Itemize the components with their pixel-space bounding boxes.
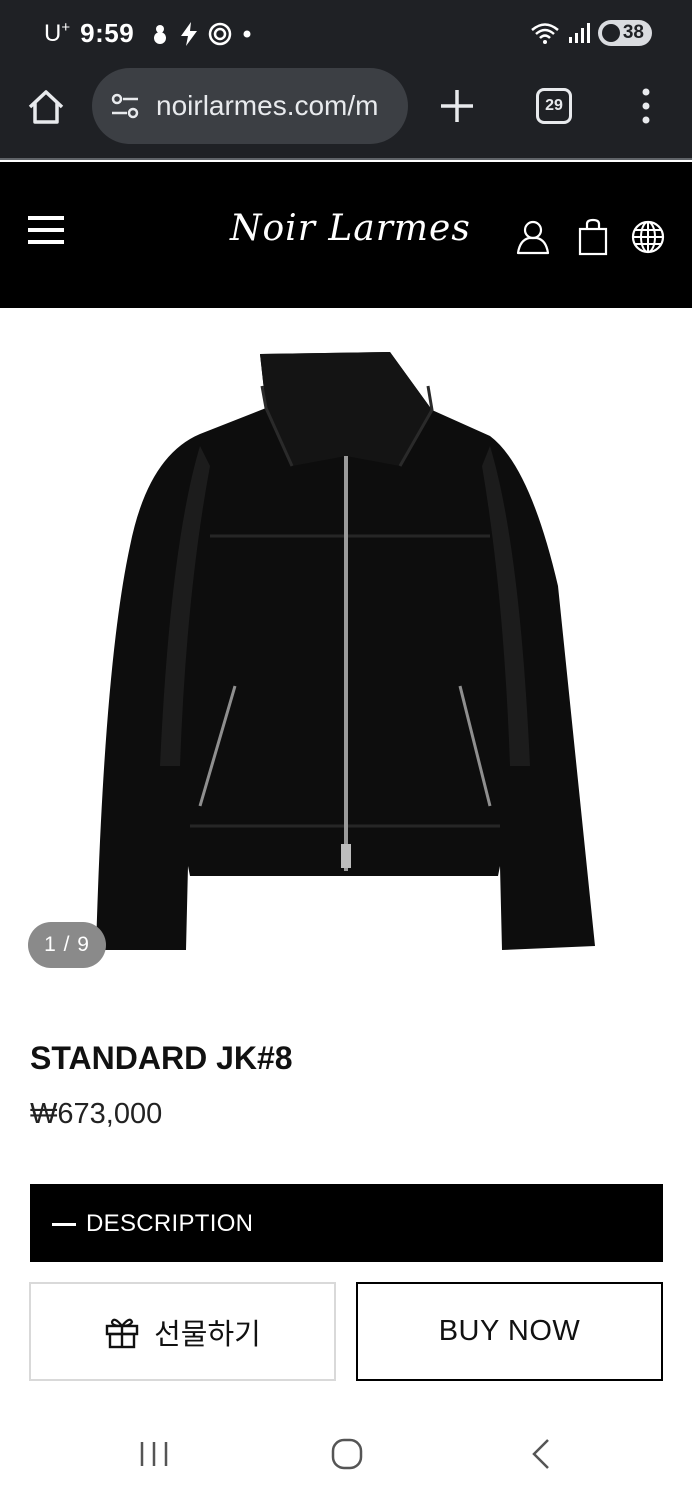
wifi-icon: [531, 23, 559, 44]
status-left: U+ 9:59: [44, 18, 254, 49]
carrier-label: U+: [44, 19, 70, 48]
tabs-icon[interactable]: 29: [536, 88, 572, 124]
description-label: DESCRIPTION: [86, 1210, 254, 1237]
image-counter: 1 / 9: [28, 922, 106, 968]
hamburger-icon[interactable]: [28, 216, 64, 248]
brand-logo[interactable]: Noir Larmes: [230, 208, 470, 249]
back-icon[interactable]: [528, 1437, 554, 1471]
buy-now-button[interactable]: BUY NOW: [356, 1282, 663, 1381]
gift-icon: [105, 1318, 139, 1348]
action-bar: 선물하기 BUY NOW: [0, 1262, 692, 1400]
battery-level: 38: [622, 22, 644, 43]
product-image[interactable]: [90, 346, 602, 956]
address-bar[interactable]: noirlarmes.com/m: [92, 68, 408, 144]
notification-icons: [150, 21, 254, 47]
description-toggle[interactable]: DESCRIPTION: [30, 1184, 663, 1264]
status-bar: U+ 9:59 38: [0, 0, 692, 68]
bolt-icon: [181, 21, 198, 46]
browser-toolbar: noirlarmes.com/m 29: [0, 68, 692, 160]
bag-icon[interactable]: [575, 218, 611, 256]
target-icon: [208, 22, 232, 45]
url-text[interactable]: noirlarmes.com/m: [156, 90, 398, 122]
battery-indicator: 38: [597, 20, 652, 46]
recents-icon[interactable]: [138, 1440, 170, 1468]
plus-icon[interactable]: [436, 85, 478, 127]
system-nav-bar: [0, 1400, 692, 1500]
site-settings-icon[interactable]: [110, 91, 140, 121]
status-time: 9:59: [80, 18, 135, 48]
site-header: Noir Larmes: [0, 162, 692, 308]
product-gallery[interactable]: 1 / 9: [0, 308, 692, 986]
gift-button-label: 선물하기: [154, 1318, 261, 1351]
more-vert-icon[interactable]: [638, 86, 654, 126]
globe-icon[interactable]: [630, 218, 666, 256]
home-nav-icon[interactable]: [331, 1438, 363, 1470]
signal-icon: [568, 23, 590, 43]
home-icon[interactable]: [26, 87, 66, 127]
account-icon[interactable]: [515, 218, 551, 256]
snowman-icon: [154, 24, 167, 44]
carrier-text: U: [44, 20, 62, 47]
dot-icon: [243, 30, 251, 37]
product-price: ₩673,000: [30, 1098, 163, 1130]
battery-icon: [601, 24, 620, 42]
gift-button[interactable]: 선물하기: [29, 1282, 336, 1381]
status-right: 38: [530, 20, 652, 46]
minus-icon: [52, 1222, 76, 1226]
carrier-superscript: +: [61, 19, 71, 36]
product-name: STANDARD JK#8: [30, 1040, 293, 1076]
